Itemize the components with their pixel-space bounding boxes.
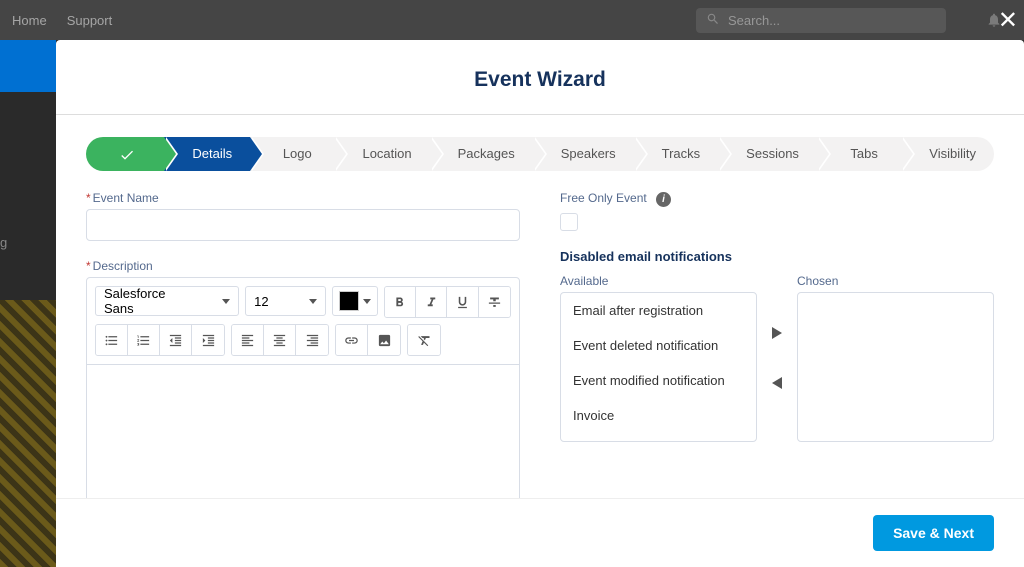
numbered-list-button[interactable] (128, 325, 160, 355)
free-only-checkbox[interactable] (560, 213, 578, 231)
modal-title: Event Wizard (56, 40, 1024, 114)
step-packages[interactable]: Packages (430, 137, 533, 171)
editor-content-area[interactable] (87, 365, 519, 498)
disabled-notifications-heading: Disabled email notifications (560, 249, 994, 264)
background-stripe (0, 300, 56, 567)
nav-support[interactable]: Support (67, 13, 113, 28)
italic-button[interactable] (416, 287, 447, 317)
font-family-select[interactable]: Salesforce Sans (95, 286, 239, 316)
move-left-button[interactable] (767, 373, 787, 393)
modal-body: Details Logo Location Packages Speakers … (56, 114, 1024, 498)
step-location[interactable]: Location (334, 137, 429, 171)
available-listbox[interactable]: Email after registration Event deleted n… (560, 292, 757, 442)
rich-text-editor: Salesforce Sans 12 (86, 277, 520, 498)
event-wizard-modal: ✕ Event Wizard Details Logo Location Pac… (56, 40, 1024, 567)
move-right-button[interactable] (767, 323, 787, 343)
event-name-input[interactable] (86, 209, 520, 241)
image-button[interactable] (368, 325, 400, 355)
available-label: Available (560, 274, 757, 288)
indent-button[interactable] (192, 325, 224, 355)
font-size-select[interactable]: 12 (245, 286, 325, 316)
step-complete[interactable] (86, 137, 164, 171)
list-item[interactable]: Email after registration (561, 293, 756, 328)
step-speakers[interactable]: Speakers (533, 137, 634, 171)
list-item[interactable]: Event deleted notification (561, 328, 756, 363)
bullet-list-button[interactable] (96, 325, 128, 355)
side-highlight (0, 40, 56, 92)
bold-button[interactable] (385, 287, 416, 317)
align-right-button[interactable] (296, 325, 328, 355)
close-icon[interactable]: ✕ (998, 6, 1018, 35)
wizard-steps: Details Logo Location Packages Speakers … (86, 137, 994, 171)
event-name-label: *Event Name (86, 191, 520, 205)
outdent-button[interactable] (160, 325, 192, 355)
check-icon (119, 146, 135, 161)
search-icon (706, 12, 720, 29)
align-left-button[interactable] (232, 325, 264, 355)
chosen-listbox[interactable] (797, 292, 994, 442)
dual-listbox: Available Email after registration Event… (560, 274, 994, 442)
search-placeholder: Search... (728, 13, 780, 28)
background-text: g (0, 235, 7, 250)
free-only-label: Free Only Event i (560, 191, 994, 207)
list-item[interactable]: Invoice (561, 398, 756, 433)
clear-format-button[interactable] (408, 325, 440, 355)
text-color-picker[interactable] (332, 286, 378, 316)
list-item[interactable]: Event modified notification (561, 363, 756, 398)
chevron-down-icon (363, 299, 371, 304)
info-icon[interactable]: i (656, 192, 671, 207)
underline-button[interactable] (447, 287, 478, 317)
chevron-down-icon (309, 299, 317, 304)
chosen-label: Chosen (797, 274, 994, 288)
link-button[interactable] (336, 325, 368, 355)
save-next-button[interactable]: Save & Next (873, 515, 994, 551)
align-center-button[interactable] (264, 325, 296, 355)
description-label: *Description (86, 259, 520, 273)
strikethrough-button[interactable] (479, 287, 510, 317)
global-search[interactable]: Search... (696, 8, 946, 33)
editor-toolbar: Salesforce Sans 12 (87, 278, 519, 365)
global-topbar: Home Support Search... (0, 0, 1024, 40)
color-swatch (339, 291, 359, 311)
chevron-down-icon (222, 299, 230, 304)
step-sessions[interactable]: Sessions (718, 137, 817, 171)
modal-footer: Save & Next (56, 498, 1024, 567)
nav-home[interactable]: Home (12, 13, 47, 28)
